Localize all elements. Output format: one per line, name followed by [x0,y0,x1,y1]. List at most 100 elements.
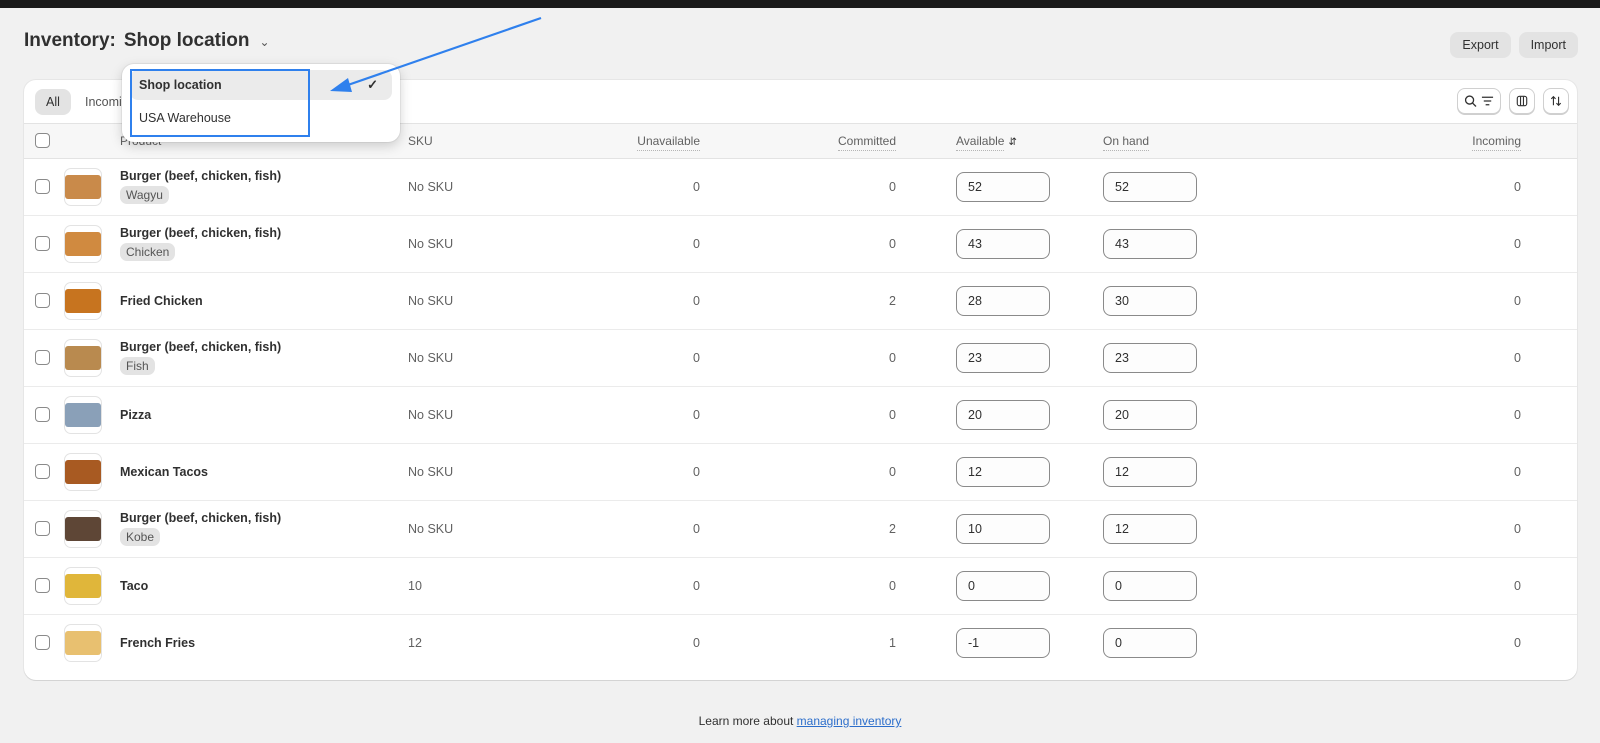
sku-value: No SKU [408,293,454,308]
row-checkbox[interactable] [35,407,50,422]
column-header-sku[interactable]: SKU [408,124,588,158]
import-button[interactable]: Import [1518,32,1578,58]
product-name[interactable]: Burger (beef, chicken, fish) [120,511,408,525]
committed-value[interactable]: 0 [704,215,900,272]
product-thumbnail[interactable] [64,566,102,605]
table-row: Burger (beef, chicken, fish) Kobe No SKU 0 2… [24,500,1577,557]
product-thumbnail[interactable] [64,509,102,548]
incoming-value: 0 [1514,635,1521,650]
committed-value[interactable]: 0 [704,158,900,215]
product-name[interactable]: Pizza [120,408,408,422]
columns-button[interactable] [1509,88,1535,114]
on-hand-quantity-input[interactable] [1103,456,1197,487]
column-header-committed[interactable]: Committed [837,133,896,151]
row-checkbox[interactable] [35,236,50,251]
checkmark-icon: ✓ [367,77,378,92]
unavailable-value[interactable]: 0 [588,614,704,671]
product-name[interactable]: Taco [120,579,408,593]
unavailable-value[interactable]: 0 [588,386,704,443]
committed-value[interactable]: 0 [704,557,900,614]
location-option-shop[interactable]: Shop location ✓ [130,70,392,100]
available-quantity-input[interactable] [956,627,1050,658]
tab-all[interactable]: All [35,89,71,115]
row-checkbox[interactable] [35,179,50,194]
product-thumbnail[interactable] [64,395,102,434]
location-dropdown: Shop location ✓ USA Warehouse [122,64,400,142]
available-quantity-input[interactable] [956,228,1050,259]
available-quantity-input[interactable] [956,399,1050,430]
committed-value[interactable]: 0 [704,329,900,386]
row-checkbox[interactable] [35,293,50,308]
row-checkbox[interactable] [35,635,50,651]
product-thumbnail[interactable] [64,281,102,320]
product-thumbnail[interactable] [64,224,102,263]
product-name[interactable]: French Fries [120,636,408,650]
column-header-unavailable[interactable]: Unavailable [637,133,700,151]
product-name[interactable]: Burger (beef, chicken, fish) [120,169,408,183]
product-image [65,630,101,655]
product-name[interactable]: Burger (beef, chicken, fish) [120,226,408,240]
unavailable-value[interactable]: 0 [588,272,704,329]
on-hand-quantity-input[interactable] [1103,342,1197,373]
unavailable-value[interactable]: 0 [588,215,704,272]
on-hand-quantity-input[interactable] [1103,285,1197,316]
column-header-on-hand[interactable]: On hand [1103,133,1150,151]
unavailable-value[interactable]: 0 [588,557,704,614]
filter-icon [1481,96,1494,106]
column-header-available[interactable]: Available [956,133,1005,151]
unavailable-value[interactable]: 0 [588,443,704,500]
row-checkbox[interactable] [35,464,50,479]
table-row: PizzaNo SKU000 [24,386,1577,443]
product-name[interactable]: Burger (beef, chicken, fish) [120,340,408,354]
on-hand-quantity-input[interactable] [1103,570,1197,601]
sort-toggle-icon[interactable]: ⇵ [1008,137,1016,148]
export-button[interactable]: Export [1450,32,1511,58]
available-quantity-input[interactable] [956,285,1050,316]
managing-inventory-link[interactable]: managing inventory [797,714,902,728]
on-hand-quantity-input[interactable] [1103,513,1197,544]
sku-value: No SKU [408,521,454,536]
incoming-value: 0 [1514,179,1521,194]
committed-value[interactable]: 0 [704,443,900,500]
on-hand-quantity-input[interactable] [1103,399,1197,430]
sku-value: No SKU [408,407,454,422]
product-thumbnail[interactable] [64,452,102,491]
available-quantity-input[interactable] [956,171,1050,202]
location-selector[interactable]: Shop location [124,30,250,52]
table-row: Fried ChickenNo SKU020 [24,272,1577,329]
unavailable-value[interactable]: 0 [588,500,704,557]
inventory-card: All Incoming Product SKU Unavailable Co [24,80,1577,680]
on-hand-quantity-input[interactable] [1103,627,1197,658]
title-prefix: Inventory: [24,30,116,51]
row-checkbox[interactable] [35,578,50,593]
incoming-value: 0 [1514,407,1521,422]
unavailable-value[interactable]: 0 [588,158,704,215]
sort-button[interactable] [1543,88,1569,114]
committed-value[interactable]: 2 [704,500,900,557]
column-header-incoming[interactable]: Incoming [1472,133,1521,151]
select-all-checkbox[interactable] [35,133,50,149]
product-thumbnail[interactable] [64,338,102,377]
on-hand-quantity-input[interactable] [1103,228,1197,259]
footer: Learn more about managing inventory [0,714,1600,728]
unavailable-value[interactable]: 0 [588,329,704,386]
chevron-down-icon[interactable]: ⌄ [259,35,269,49]
product-thumbnail[interactable] [64,623,102,662]
row-checkbox[interactable] [35,350,50,365]
location-option-usa-warehouse[interactable]: USA Warehouse [130,103,392,133]
on-hand-quantity-input[interactable] [1103,171,1197,202]
search-filter-button[interactable] [1457,88,1501,114]
available-quantity-input[interactable] [956,570,1050,601]
product-name[interactable]: Mexican Tacos [120,465,408,479]
committed-value[interactable]: 1 [704,614,900,671]
product-image [65,402,101,427]
available-quantity-input[interactable] [956,513,1050,544]
committed-value[interactable]: 0 [704,386,900,443]
product-thumbnail[interactable] [64,167,102,206]
row-checkbox[interactable] [35,521,50,536]
committed-value[interactable]: 2 [704,272,900,329]
available-quantity-input[interactable] [956,456,1050,487]
product-name[interactable]: Fried Chicken [120,294,408,308]
available-quantity-input[interactable] [956,342,1050,373]
product-image [65,459,101,484]
